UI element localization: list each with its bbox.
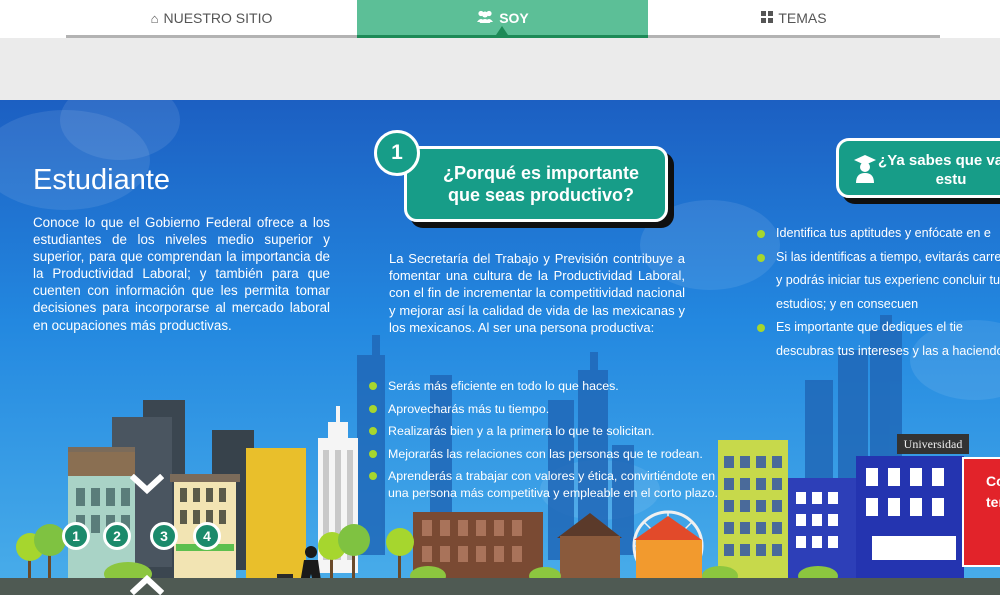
tab-label: TEMAS xyxy=(778,10,827,26)
list-item: Si las identificas a tiempo, evitarás ca… xyxy=(757,246,1000,317)
chevron-up-icon[interactable] xyxy=(130,573,164,595)
list-item: Mejorarás las relaciones con las persona… xyxy=(369,446,739,463)
home-icon: ⌂ xyxy=(150,10,159,26)
nav-active-underline xyxy=(357,35,648,38)
list-item: Serás más eficiente en todo lo que haces… xyxy=(369,378,739,395)
list-item: Es importante que dediques el tie descub… xyxy=(757,316,1000,363)
grid-icon xyxy=(761,10,774,26)
graduate-icon xyxy=(854,155,876,183)
benefits-list: Serás más eficiente en todo lo que haces… xyxy=(369,378,739,508)
question-callout-estudiar: ¿Ya sabes que vas a estu xyxy=(836,138,1000,198)
step-button-4[interactable]: 4 xyxy=(193,522,221,550)
list-item: Aprovecharás más tu tiempo. xyxy=(369,401,739,418)
step-number-badge: 1 xyxy=(374,130,420,176)
step-button-3[interactable]: 3 xyxy=(150,522,178,550)
callout-heading: ¿Ya sabes que vas a estu xyxy=(878,152,1000,188)
tab-nuestro-sitio[interactable]: ⌂ NUESTRO SITIO xyxy=(66,0,357,36)
step-button-2[interactable]: 2 xyxy=(103,522,131,550)
tab-temas[interactable]: TEMAS xyxy=(648,0,940,36)
block1-paragraph: La Secretaría del Trabajo y Previsión co… xyxy=(389,251,685,335)
page-title: Estudiante xyxy=(33,164,171,196)
tab-label: SOY xyxy=(499,10,529,26)
active-tab-caret xyxy=(496,26,508,35)
promo-sign: Co ten xyxy=(962,457,1000,567)
tab-label: NUESTRO SITIO xyxy=(163,10,273,26)
list-item: Realizarás bien y a la primera lo que te… xyxy=(369,423,739,440)
top-navigation: ⌂ NUESTRO SITIO SOY TEMAS xyxy=(0,0,1000,38)
student-hero: Estudiante Conoce lo que el Gobierno Fed… xyxy=(0,100,1000,595)
university-sign: Universidad xyxy=(897,434,969,454)
advice-list: Identifica tus aptitudes y enfócate en e… xyxy=(757,222,1000,363)
question-callout-productivo: ¿Porqué es importante que seas productiv… xyxy=(404,146,668,222)
intro-paragraph: Conoce lo que el Gobierno Federal ofrece… xyxy=(33,215,330,333)
list-item: Identifica tus aptitudes y enfócate en e xyxy=(757,222,1000,246)
step-button-1[interactable]: 1 xyxy=(62,522,90,550)
chevron-down-icon[interactable] xyxy=(130,474,164,496)
callout-heading: ¿Porqué es importante que seas productiv… xyxy=(442,163,640,205)
list-item: Aprenderás a trabajar con valores y étic… xyxy=(369,468,739,502)
users-icon xyxy=(476,10,494,26)
